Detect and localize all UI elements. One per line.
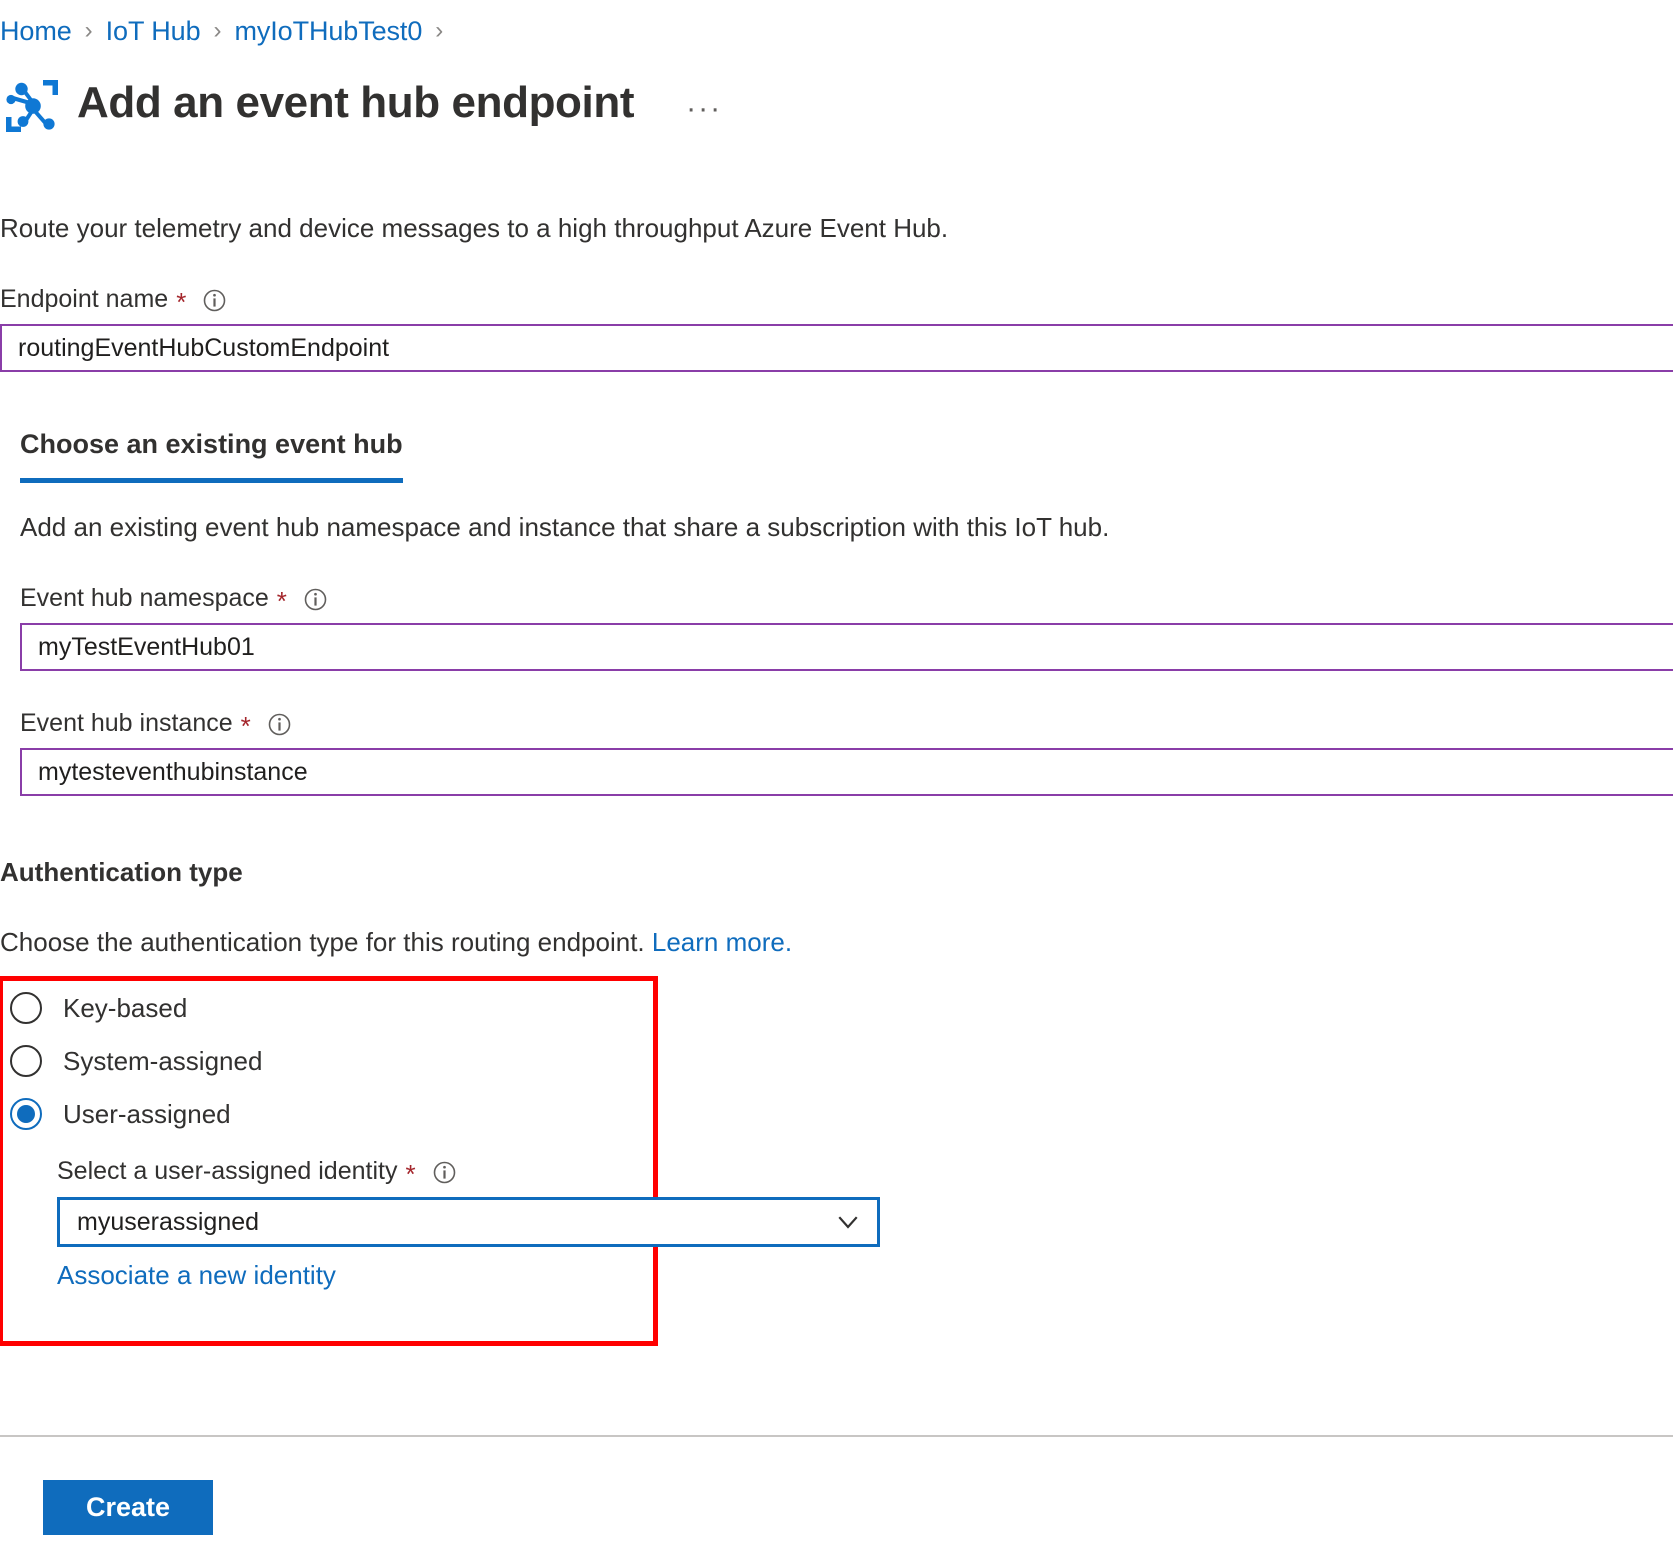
breadcrumb-separator-icon: › [85,14,93,48]
required-marker: * [176,289,186,315]
intro-description: Route your telemetry and device messages… [0,211,948,245]
authentication-description-text: Choose the authentication type for this … [0,927,645,957]
user-assigned-identity-value: myuserassigned [60,1208,819,1237]
breadcrumb-item-home[interactable]: Home [0,14,72,48]
event-hub-namespace-label-row: Event hub namespace * [20,582,327,614]
add-event-hub-endpoint-page: Home › IoT Hub › myIoTHubTest0 › [0,0,1673,1551]
required-marker: * [405,1161,415,1187]
radio-key-based-label: Key-based [63,992,187,1024]
create-button[interactable]: Create [43,1480,213,1535]
event-hub-namespace-label: Event hub namespace [20,582,269,614]
info-icon[interactable] [433,1160,456,1183]
user-assigned-identity-label-row: Select a user-assigned identity * [57,1155,456,1187]
existing-hub-description: Add an existing event hub namespace and … [20,510,1109,544]
info-icon[interactable] [268,712,291,735]
authentication-type-description: Choose the authentication type for this … [0,925,792,959]
radio-system-assigned[interactable]: System-assigned [10,1045,262,1077]
endpoint-name-value: routingEventHubCustomEndpoint [18,334,389,363]
event-hub-namespace-input[interactable]: myTestEventHub01 [20,623,1673,671]
tab-list: Choose an existing event hub [20,424,403,483]
event-hub-instance-label: Event hub instance [20,707,233,739]
info-icon[interactable] [203,288,226,311]
user-assigned-identity-dropdown[interactable]: myuserassigned [57,1197,880,1247]
user-assigned-identity-label: Select a user-assigned identity [57,1155,397,1187]
authentication-type-heading: Authentication type [0,855,243,889]
radio-user-assigned-label: User-assigned [63,1098,231,1130]
page-title: Add an event hub endpoint [77,75,634,131]
required-marker: * [277,588,287,614]
page-header: Add an event hub endpoint ··· [0,68,728,138]
endpoint-name-label: Endpoint name [0,283,168,315]
chevron-down-icon [819,1208,877,1236]
endpoint-name-input[interactable]: routingEventHubCustomEndpoint [0,324,1673,372]
breadcrumb-separator-icon: › [213,14,221,48]
breadcrumb-item-iot-hub[interactable]: IoT Hub [106,14,201,48]
breadcrumb-separator-icon: › [435,14,443,48]
radio-circle-icon [10,992,42,1024]
footer-divider [0,1435,1673,1437]
associate-new-identity-link[interactable]: Associate a new identity [57,1258,336,1292]
radio-key-based[interactable]: Key-based [10,992,187,1024]
iot-hub-icon [0,74,64,138]
endpoint-name-label-row: Endpoint name * [0,283,226,315]
event-hub-instance-label-row: Event hub instance * [20,707,291,739]
breadcrumb-item-myiothubtest0[interactable]: myIoTHubTest0 [234,14,422,48]
breadcrumb: Home › IoT Hub › myIoTHubTest0 › [0,14,456,48]
event-hub-namespace-value: myTestEventHub01 [38,633,255,662]
radio-circle-selected-icon [10,1098,42,1130]
radio-circle-icon [10,1045,42,1077]
learn-more-link[interactable]: Learn more. [652,927,792,957]
radio-system-assigned-label: System-assigned [63,1045,262,1077]
tab-choose-existing-event-hub[interactable]: Choose an existing event hub [20,424,403,483]
radio-user-assigned[interactable]: User-assigned [10,1098,231,1130]
event-hub-instance-input[interactable]: mytesteventhubinstance [20,748,1673,796]
info-icon[interactable] [304,587,327,610]
event-hub-instance-value: mytesteventhubinstance [38,758,308,787]
required-marker: * [241,713,251,739]
more-options-icon[interactable]: ··· [680,95,728,123]
